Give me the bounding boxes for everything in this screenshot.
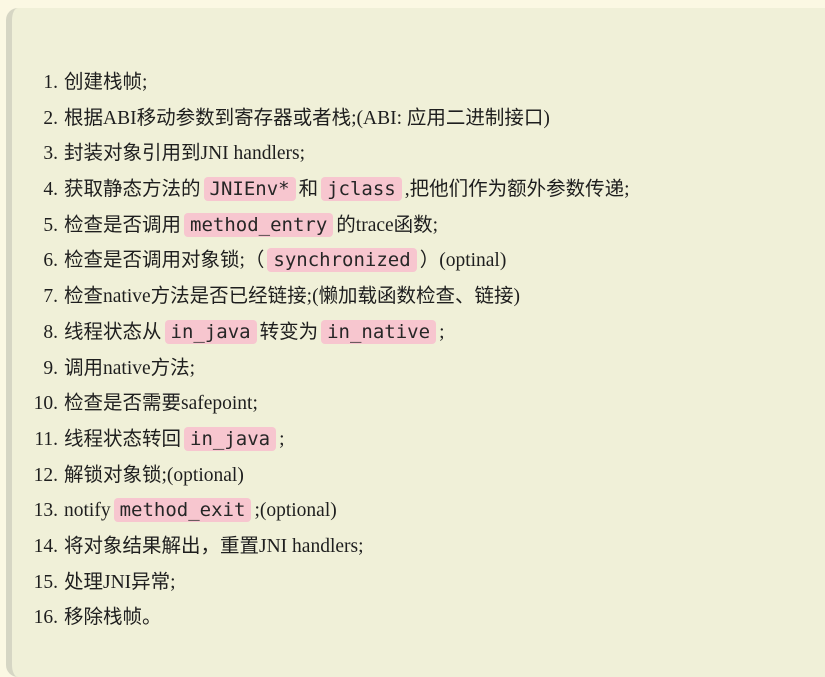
inline-code: method_entry xyxy=(184,212,334,237)
list-item: 5. 检查是否调用 method_entry 的trace函数; xyxy=(43,208,630,244)
list-item-text: 创建栈帧; xyxy=(64,72,148,93)
list-item-number: 7. xyxy=(43,286,58,308)
list-item-number: 4. xyxy=(43,179,58,201)
inline-code: synchronized xyxy=(267,248,417,273)
list-item-number: 8. xyxy=(43,321,58,343)
list-item: 3. 封装对象引用到JNI handlers; xyxy=(43,136,630,172)
inline-code: in_java xyxy=(164,319,257,344)
list-item-text: 检查是否调用 xyxy=(64,214,182,236)
document-page: 1. 创建栈帧; 2. 根据ABI移动参数到寄存器或者栈;(ABI: 应用二进制接口)… xyxy=(0,0,825,677)
list-item: 2. 根据ABI移动参数到寄存器或者栈;(ABI: 应用二进制接口) xyxy=(43,101,630,137)
list-item: 10. 检查是否需要safepoint; xyxy=(34,386,630,422)
list-item-text: 移除栈帧。 xyxy=(64,607,162,629)
list-item-text: ）(optinal) xyxy=(419,250,507,272)
list-item-text: notify xyxy=(64,500,111,522)
list-item-number: 10. xyxy=(33,393,58,415)
list-item: 6. 检查是否调用对象锁;（ synchronized ）(optinal) xyxy=(43,243,630,279)
list-item-text: ; xyxy=(439,321,445,343)
list-item: 15. 处理JNI异常; xyxy=(34,565,630,601)
list-item-number: 14. xyxy=(33,535,58,557)
list-item-number: 9. xyxy=(43,357,58,379)
list-item-text: ; xyxy=(279,428,285,450)
list-item-number: 6. xyxy=(43,250,58,272)
list-item-text: 转变为 xyxy=(259,321,319,343)
list-item-text: 的trace函数; xyxy=(336,214,439,236)
list-item-text: 根据ABI移动参数到寄存器或者栈;(ABI: 应用二进制接口) xyxy=(64,107,550,129)
list-item: 9. 调用native方法; xyxy=(43,351,630,387)
list-item: 8. 线程状态从 in_java 转变为 in_native; xyxy=(43,315,630,351)
blockquote: 1. 创建栈帧; 2. 根据ABI移动参数到寄存器或者栈;(ABI: 应用二进制接口)… xyxy=(6,8,825,677)
list-item: 16. 移除栈帧。 xyxy=(34,600,630,636)
list-item: 11. 线程状态转回 in_java; xyxy=(34,422,630,458)
list-item: 13. notify method_exit ;(optional) xyxy=(34,493,630,529)
list-item-text: ,把他们作为额外参数传递; xyxy=(404,179,630,201)
inline-code: JNIEnv* xyxy=(203,177,296,202)
list-item: 4. 获取静态方法的 JNIEnv* 和 jclass ,把他们作为额外参数传递; xyxy=(43,172,630,208)
list-item-text: 处理JNI异常; xyxy=(64,571,176,593)
list-item-text: 获取静态方法的 xyxy=(64,179,201,201)
inline-code: method_exit xyxy=(113,498,252,523)
inline-code: in_java xyxy=(184,426,277,451)
list-item-number: 3. xyxy=(43,143,58,165)
inline-code: jclass xyxy=(321,177,402,202)
list-item: 14. 将对象结果解出，重置JNI handlers; xyxy=(34,529,630,565)
inline-code: in_native xyxy=(321,319,437,344)
list-item-number: 13. xyxy=(33,500,58,522)
list-item-number: 11. xyxy=(34,428,58,450)
list-item-text: 和 xyxy=(298,179,319,201)
list-item-number: 15. xyxy=(33,571,58,593)
list-item-text: ;(optional) xyxy=(254,500,337,522)
list-item-text: 线程状态从 xyxy=(64,321,162,343)
list-item-text: 检查是否调用对象锁;（ xyxy=(64,250,265,272)
list-item-text: 检查是否需要safepoint; xyxy=(64,393,258,415)
list-item: 7. 检查native方法是否已经链接;(懒加载函数检查、链接) xyxy=(43,279,630,315)
list-item-text: 线程状态转回 xyxy=(64,428,182,450)
list-item: 12. 解锁对象锁;(optional) xyxy=(34,458,630,494)
list-item-number: 5. xyxy=(43,214,58,236)
list-item-text: 将对象结果解出，重置JNI handlers; xyxy=(64,535,364,557)
list-item-number: 1. xyxy=(43,72,58,93)
list-item-number: 2. xyxy=(43,107,58,129)
list-item-text: 解锁对象锁;(optional) xyxy=(64,464,244,486)
steps-list: 1. 创建栈帧; 2. 根据ABI移动参数到寄存器或者栈;(ABI: 应用二进制接口)… xyxy=(34,65,630,636)
list-item-text: 检查native方法是否已经链接;(懒加载函数检查、链接) xyxy=(64,286,521,308)
list-item-text: 封装对象引用到JNI handlers; xyxy=(64,143,306,165)
list-item-text: 调用native方法; xyxy=(64,357,196,379)
list-item: 1. 创建栈帧; xyxy=(43,65,630,101)
list-item-number: 16. xyxy=(33,607,58,629)
list-item-number: 12. xyxy=(33,464,58,486)
